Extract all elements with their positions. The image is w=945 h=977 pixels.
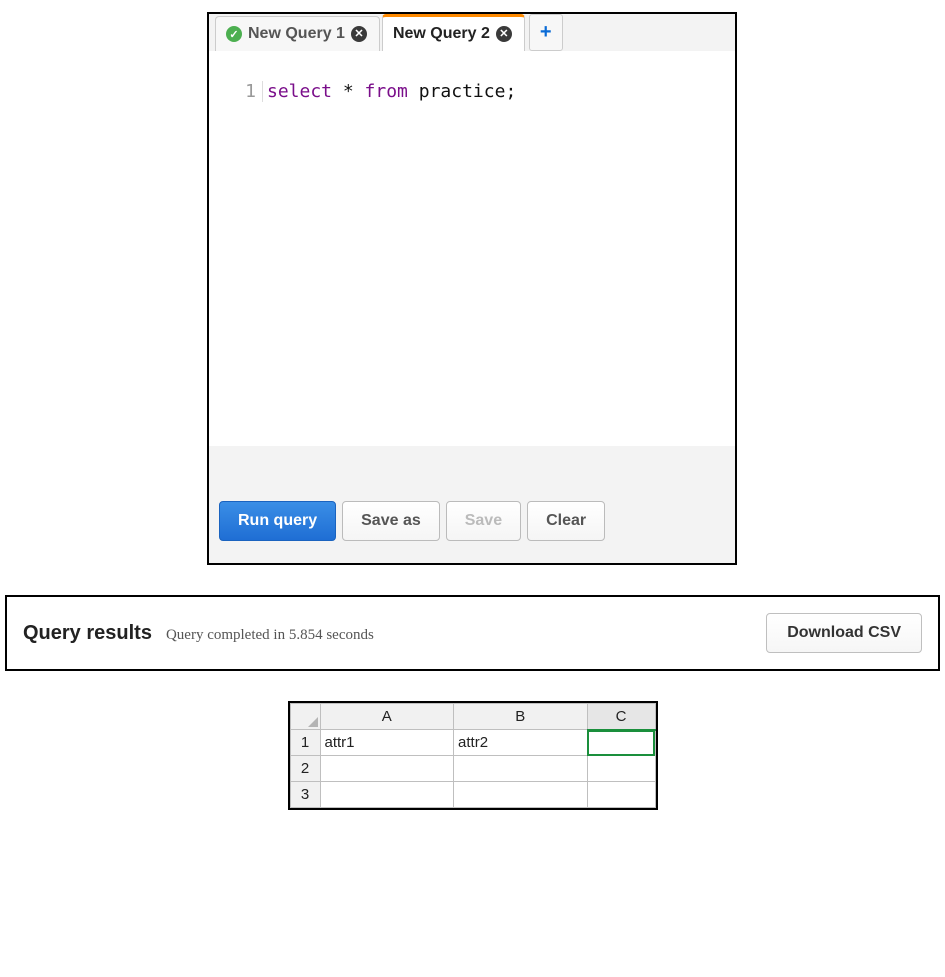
- cell-c2[interactable]: [587, 756, 655, 782]
- add-tab-button[interactable]: +: [529, 14, 563, 51]
- spreadsheet[interactable]: A B C 1 attr1 attr2 2 3: [290, 703, 656, 808]
- tab-new-query-2[interactable]: New Query 2 ✕: [382, 14, 525, 51]
- save-button[interactable]: Save: [446, 501, 521, 541]
- row-header[interactable]: 3: [290, 782, 320, 808]
- cell-a1[interactable]: attr1: [320, 730, 454, 756]
- code-content: select * from practice;: [263, 81, 516, 102]
- success-icon: ✓: [226, 26, 242, 42]
- cell-b2[interactable]: [454, 756, 588, 782]
- query-editor-panel: ✓ New Query 1 ✕ New Query 2 ✕ + 1 select…: [207, 12, 737, 565]
- row-header[interactable]: 2: [290, 756, 320, 782]
- column-header-c[interactable]: C: [587, 704, 655, 730]
- line-number: 1: [209, 81, 263, 102]
- query-results-bar: Query results Query completed in 5.854 s…: [5, 595, 940, 671]
- row-header[interactable]: 1: [290, 730, 320, 756]
- cell-b1[interactable]: attr2: [454, 730, 588, 756]
- select-all-corner[interactable]: [290, 704, 320, 730]
- keyword-select: select: [267, 81, 332, 102]
- column-header-a[interactable]: A: [320, 704, 454, 730]
- close-icon[interactable]: ✕: [496, 26, 512, 42]
- cell-c3[interactable]: [587, 782, 655, 808]
- tab-bar: ✓ New Query 1 ✕ New Query 2 ✕ +: [209, 14, 735, 51]
- results-status: Query completed in 5.854 seconds: [166, 627, 374, 644]
- column-header-row: A B C: [290, 704, 655, 730]
- cell-a2[interactable]: [320, 756, 454, 782]
- table-row: 3: [290, 782, 655, 808]
- table-row: 2: [290, 756, 655, 782]
- clear-button[interactable]: Clear: [527, 501, 605, 541]
- column-header-b[interactable]: B: [454, 704, 588, 730]
- spreadsheet-panel: A B C 1 attr1 attr2 2 3: [288, 701, 658, 810]
- table-row: 1 attr1 attr2: [290, 730, 655, 756]
- editor-toolbar: Run query Save as Save Clear: [209, 446, 735, 563]
- tab-label: New Query 1: [248, 25, 345, 43]
- sql-editor[interactable]: 1 select * from practice;: [209, 51, 735, 446]
- tab-label: New Query 2: [393, 25, 490, 43]
- cell-a3[interactable]: [320, 782, 454, 808]
- close-icon[interactable]: ✕: [351, 26, 367, 42]
- cell-c1[interactable]: [587, 730, 655, 756]
- results-left: Query results Query completed in 5.854 s…: [23, 622, 374, 645]
- code-line: 1 select * from practice;: [209, 81, 735, 102]
- cell-b3[interactable]: [454, 782, 588, 808]
- download-csv-button[interactable]: Download CSV: [766, 613, 922, 653]
- plus-icon: +: [540, 21, 552, 43]
- run-query-button[interactable]: Run query: [219, 501, 336, 541]
- results-title: Query results: [23, 622, 152, 645]
- keyword-from: from: [365, 81, 408, 102]
- tab-new-query-1[interactable]: ✓ New Query 1 ✕: [215, 16, 380, 51]
- save-as-button[interactable]: Save as: [342, 501, 440, 541]
